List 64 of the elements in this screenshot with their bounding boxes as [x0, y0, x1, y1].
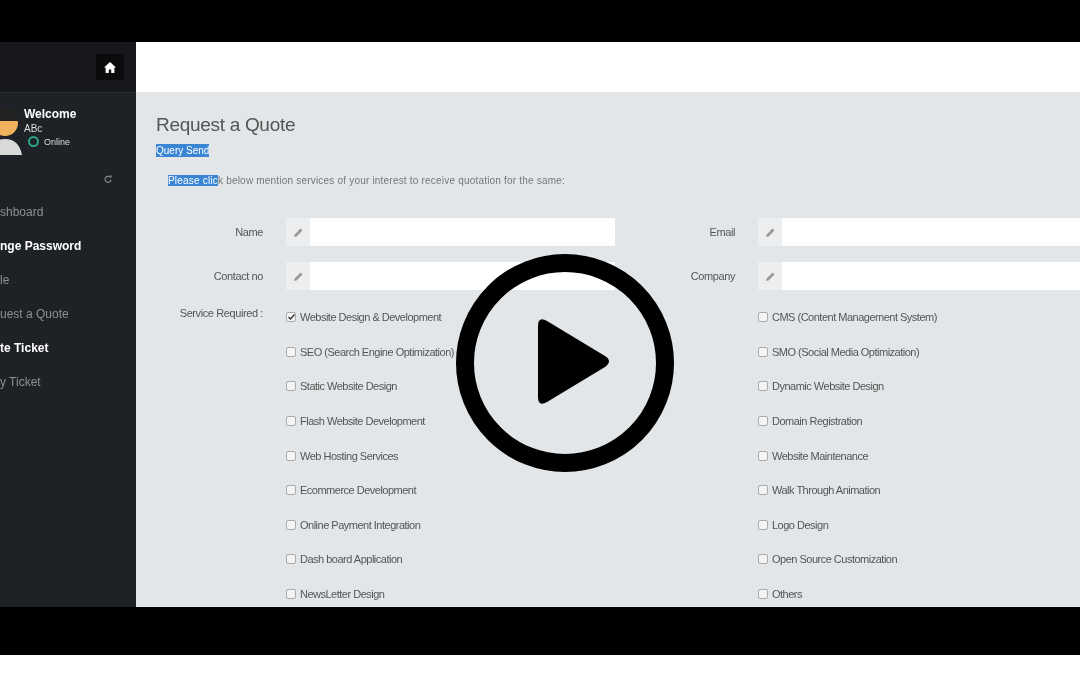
query-send-link[interactable]: Query Send [156, 144, 210, 157]
pencil-icon [293, 227, 303, 237]
checkbox-label: Open Source Customization [772, 553, 898, 566]
checkbox-label: Logo Design [772, 518, 829, 531]
checkbox-label: Dash board Application [300, 553, 403, 566]
checkbox-label: NewsLetter Design [300, 588, 385, 601]
checkbox-label: Domain Registration [772, 415, 863, 428]
field-label: Company [689, 270, 735, 282]
sidebar-item[interactable]: y Ticket [0, 365, 136, 399]
checkbox[interactable] [286, 416, 296, 427]
input-field[interactable] [758, 218, 1080, 246]
checkbox-label: Website Design & Development [300, 311, 442, 324]
checkbox-label: Others [772, 588, 802, 601]
checkbox[interactable] [758, 312, 768, 323]
checkbox[interactable] [758, 485, 768, 496]
welcome-text: Welcome [24, 107, 77, 121]
checkbox-label: SEO (Search Engine Optimization) [300, 345, 454, 358]
checkbox-label: Walk Through Animation [772, 484, 881, 497]
checkbox[interactable] [286, 450, 296, 461]
checkbox[interactable] [758, 416, 768, 427]
sidebar-item[interactable]: te Ticket [0, 331, 136, 365]
checkbox[interactable] [286, 381, 296, 392]
pencil-icon [293, 271, 303, 281]
checkbox[interactable] [286, 554, 296, 565]
intro-text: Please click below mention services of your interest to receive quotation for the same: [168, 175, 567, 186]
checkbox-label: CMS (Content Management System) [772, 311, 937, 324]
home-icon [104, 61, 116, 73]
checkbox[interactable] [758, 554, 768, 565]
page-title: Request a Quote [156, 114, 297, 136]
play-button-icon[interactable] [456, 254, 674, 472]
checkbox[interactable] [758, 519, 768, 530]
refresh-icon[interactable] [104, 175, 112, 183]
checkbox[interactable] [286, 519, 296, 530]
checkbox[interactable] [286, 589, 296, 600]
sidebar-item[interactable]: shboard [0, 195, 136, 229]
checkbox-label: SMO (Social Media Optimization) [772, 345, 920, 358]
user-name: ABc [24, 123, 44, 134]
field-label: Contact no [212, 270, 263, 282]
checkbox[interactable] [758, 346, 768, 357]
checkbox[interactable] [758, 450, 768, 461]
checkbox-label: Online Payment Integration [300, 518, 421, 531]
sidebar-item[interactable]: le [0, 263, 136, 297]
input-field[interactable] [758, 262, 1080, 290]
checkbox-label: Dynamic Website Design [772, 380, 884, 393]
checkbox-label: Static Website Design [300, 380, 397, 393]
checkbox[interactable] [286, 312, 296, 323]
sidebar-item[interactable]: uest a Quote [0, 297, 136, 331]
field-label: Name [234, 226, 263, 238]
services-label: Service Required : [178, 306, 263, 321]
checkbox[interactable] [286, 346, 296, 357]
checkbox-label: Ecommerce Development [300, 484, 417, 497]
input-field[interactable] [286, 218, 615, 246]
checkbox-label: Flash Website Development [300, 415, 425, 428]
checkbox-label: Web Hosting Services [300, 449, 398, 462]
checkbox[interactable] [758, 589, 768, 600]
home-button[interactable] [96, 54, 124, 80]
field-label: Email [708, 226, 735, 238]
pencil-icon [765, 227, 775, 237]
status-text: Online [44, 136, 70, 147]
checkbox-label: Website Maintenance [772, 449, 869, 462]
checkbox[interactable] [758, 381, 768, 392]
pencil-icon [765, 271, 775, 281]
checkbox[interactable] [286, 485, 296, 496]
sidebar-item[interactable]: nge Password [0, 229, 136, 263]
